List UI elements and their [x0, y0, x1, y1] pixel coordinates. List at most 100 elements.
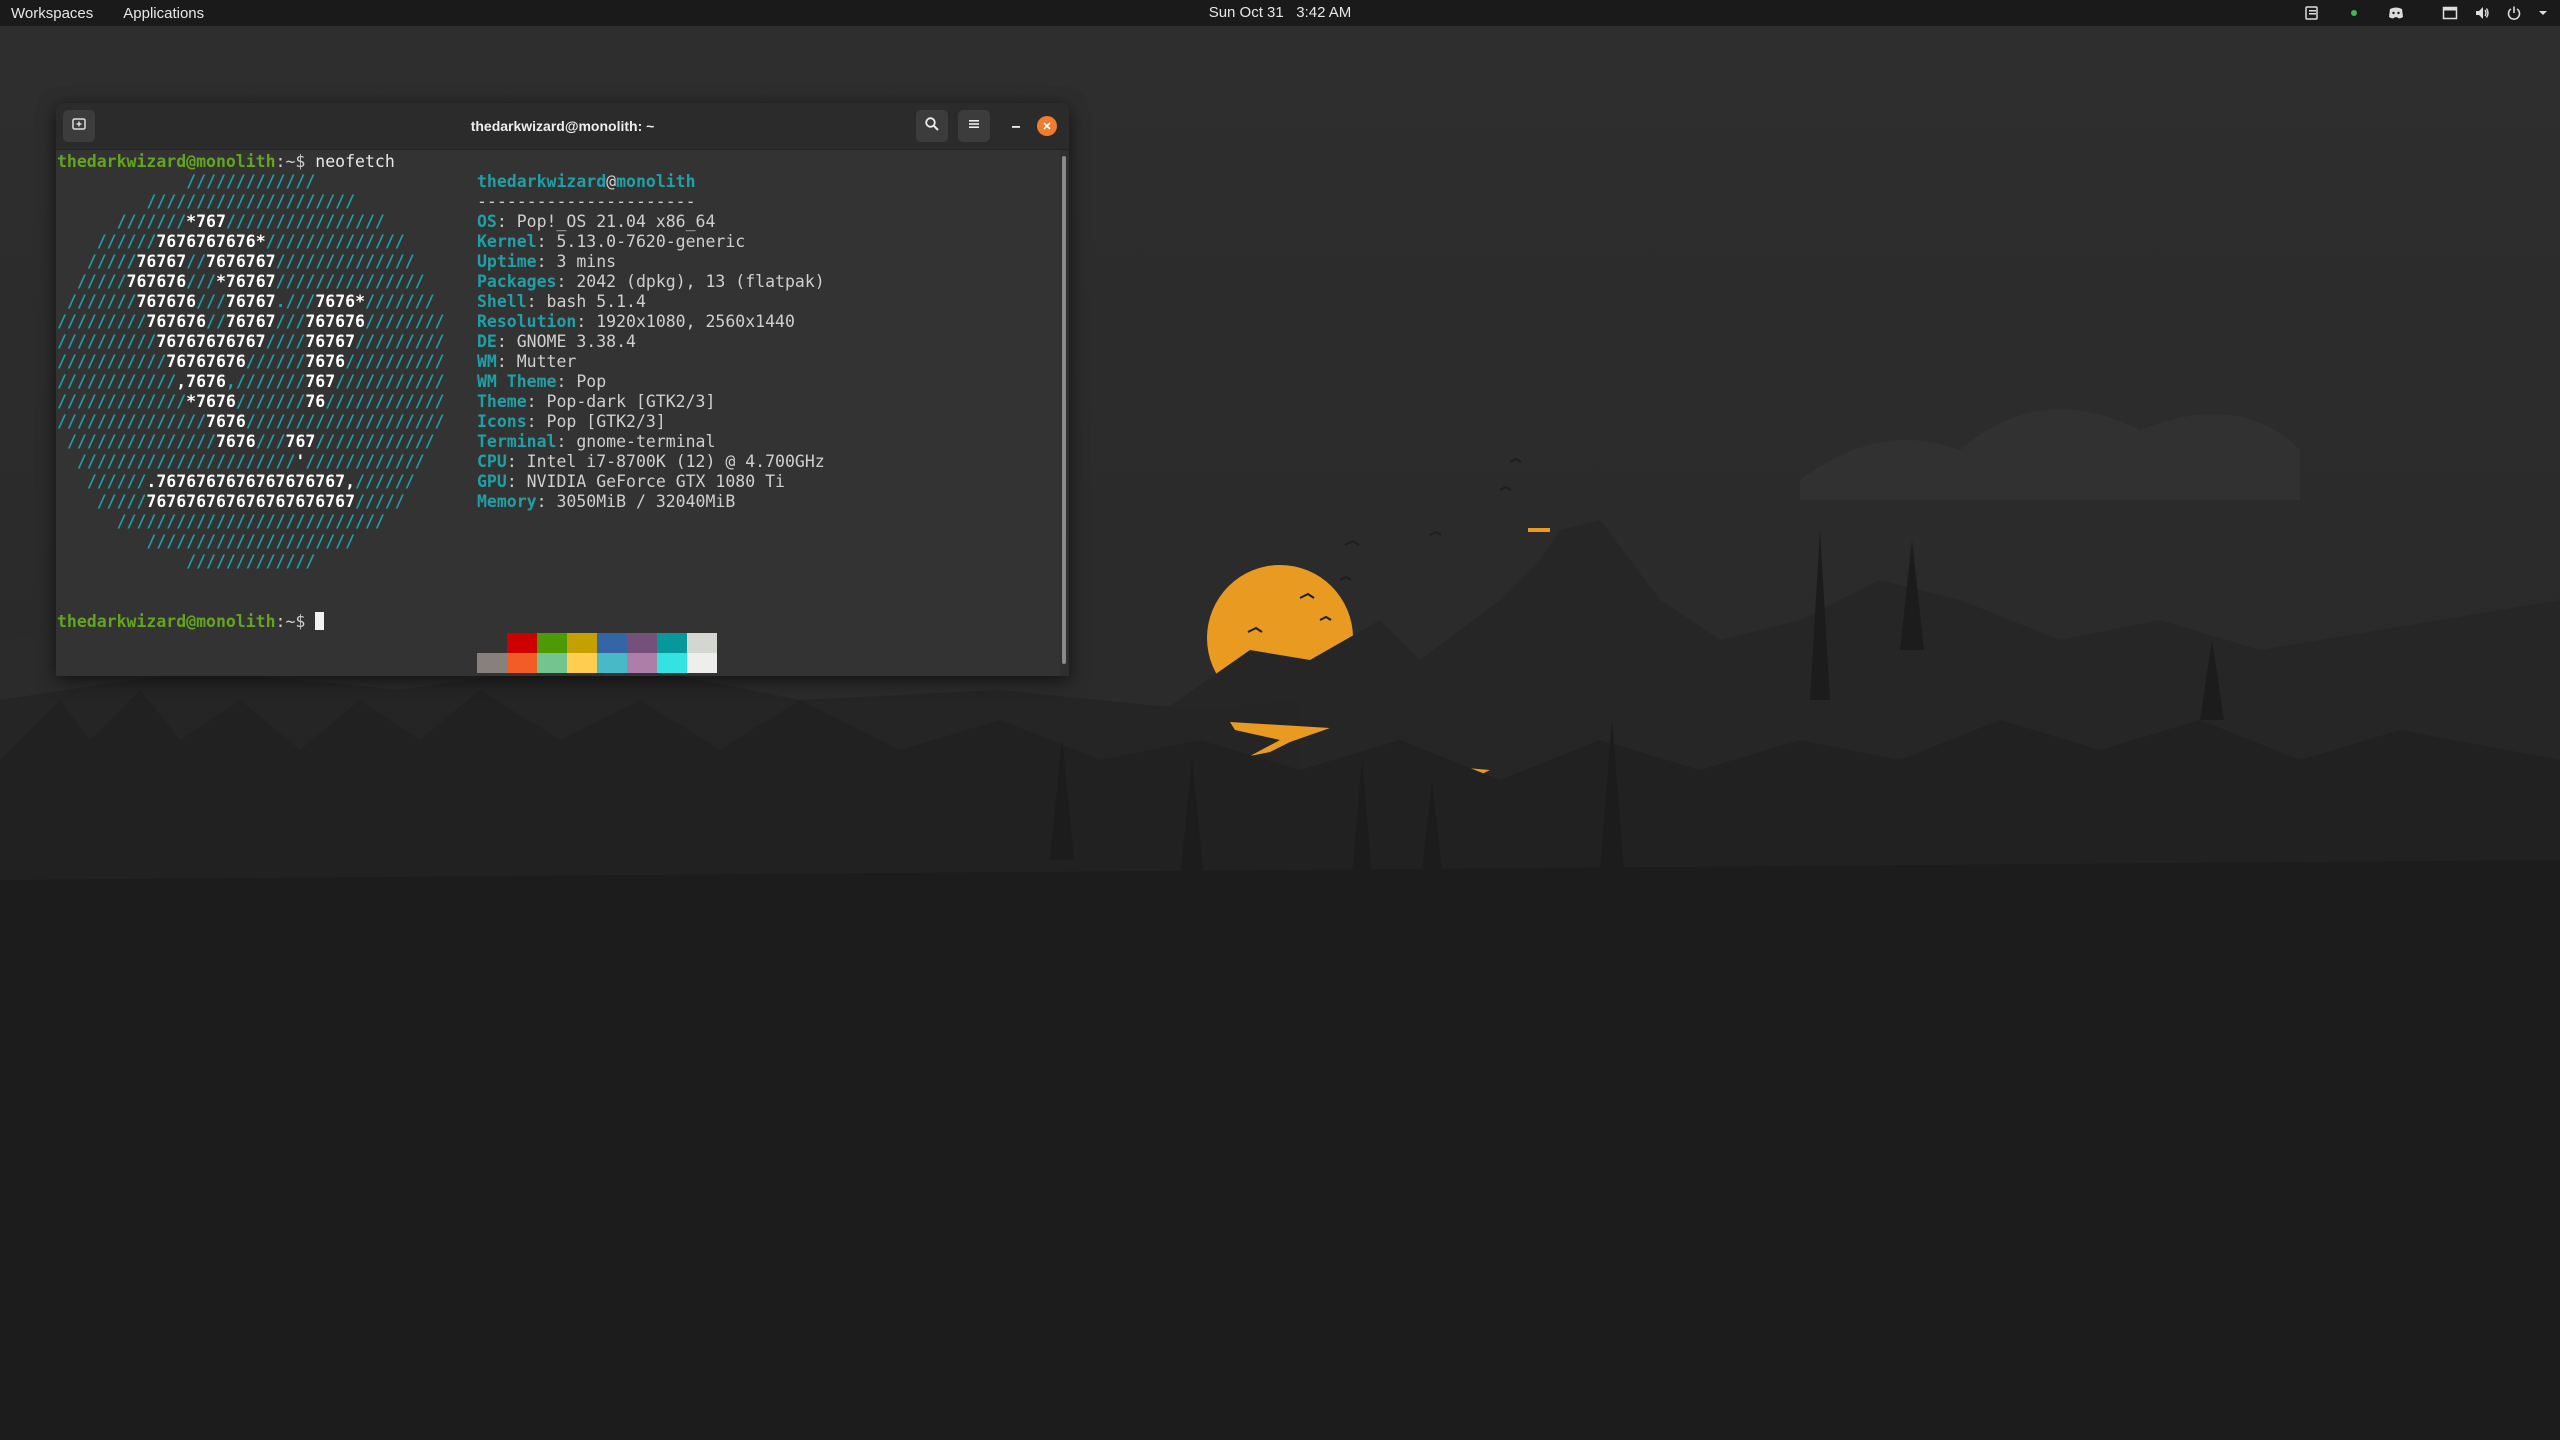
status-dot-icon[interactable] — [2346, 5, 2362, 21]
applications-button[interactable]: Applications — [123, 5, 204, 22]
logo-segment: 76767 — [136, 252, 187, 271]
top-bar: Workspaces Applications Sun Oct 31 3:42 … — [0, 0, 2560, 26]
logo-segment: /////// — [116, 212, 187, 231]
logo-segment — [57, 272, 77, 291]
logo-segment: 7676* — [315, 292, 365, 311]
info-line: DE: GNOME 3.38.4 — [477, 332, 636, 352]
clipboard-icon[interactable] — [2304, 5, 2320, 21]
info-key: Uptime — [477, 252, 537, 271]
info-value: : NVIDIA GeForce GTX 1080 Ti — [506, 472, 785, 491]
logo-segment: //////////// — [315, 432, 435, 451]
logo-segment: 7676767 — [206, 252, 276, 271]
logo-segment: ///////////// — [186, 172, 316, 191]
prompt-path-2: :~$ — [275, 612, 316, 631]
info-key: Theme — [477, 392, 527, 411]
logo-segment: 76767 — [305, 332, 356, 351]
logo-segment: 7676 — [215, 432, 256, 451]
info-line: OS: Pop!_OS 21.04 x86_64 — [477, 212, 715, 232]
logo-line: ///////767676///76767.///7676*/////// — [57, 292, 435, 312]
info-line: Memory: 3050MiB / 32040MiB — [477, 492, 735, 512]
info-value: : 3 mins — [536, 252, 617, 271]
logo-segment: ,/////// — [225, 372, 306, 391]
info-line: Kernel: 5.13.0-7620-generic — [477, 232, 745, 252]
info-host: monolith — [616, 172, 696, 191]
menu-button[interactable] — [958, 110, 990, 142]
clock-button[interactable]: Sun Oct 31 3:42 AM — [1209, 4, 1352, 21]
color-swatch — [477, 633, 507, 653]
logo-segment: //////////// — [305, 452, 425, 471]
logo-segment: /////////////// — [66, 432, 216, 451]
logo-segment — [57, 192, 146, 211]
info-value: : bash 5.1.4 — [526, 292, 646, 311]
info-line: Theme: Pop-dark [GTK2/3] — [477, 392, 715, 412]
info-key: GPU — [477, 472, 507, 491]
color-swatch — [627, 633, 657, 653]
logo-segment: 767676 — [146, 312, 207, 331]
terminal-headerbar[interactable]: thedarkwizard@monolith: ~ — [56, 103, 1069, 150]
volume-icon[interactable] — [2474, 5, 2490, 21]
prompt-user: thedarkwizard@monolith — [57, 152, 276, 171]
info-key: CPU — [477, 452, 507, 471]
logo-segment — [57, 492, 97, 511]
logo-segment: /// — [275, 312, 306, 331]
info-value: : Pop!_OS 21.04 x86_64 — [496, 212, 716, 231]
terminal-output[interactable]: thedarkwizard@monolith:~$ neofetch /////… — [56, 150, 1060, 676]
text-cursor — [315, 612, 325, 630]
logo-segment: //////////////// — [225, 212, 385, 231]
info-key: Memory — [477, 492, 537, 511]
logo-segment — [57, 472, 87, 491]
terminal-window[interactable]: thedarkwizard@monolith: ~ thedarkwizard@… — [56, 103, 1069, 676]
logo-segment: ,7676 — [176, 372, 226, 391]
logo-segment: .7676767676767676767, — [146, 472, 356, 491]
logo-segment — [57, 552, 186, 571]
logo-segment: 76767676767 — [156, 332, 266, 351]
logo-segment: /////////////// — [57, 412, 207, 431]
logo-segment — [57, 292, 67, 311]
logo-segment: /// — [255, 432, 286, 451]
minimize-button[interactable] — [1000, 110, 1032, 142]
search-button[interactable] — [916, 110, 948, 142]
info-key: Resolution — [477, 312, 577, 331]
logo-segment: /////////////////////////// — [116, 512, 385, 531]
logo-line: /////////767676//76767///767676//////// — [57, 312, 444, 332]
logo-segment: ///////// — [57, 312, 147, 331]
logo-line: /////76767//7676767////////////// — [57, 252, 415, 272]
logo-line: /////767676767676767676767///// — [57, 492, 405, 512]
scrollbar-thumb[interactable] — [1062, 156, 1066, 664]
logo-segment: ///////// — [355, 332, 445, 351]
logo-line: ///////////////7676///767//////////// — [57, 432, 435, 452]
command-line: thedarkwizard@monolith:~$ neofetch — [57, 152, 395, 172]
power-icon[interactable] — [2506, 5, 2522, 21]
color-swatch — [687, 653, 717, 673]
color-swatch — [627, 653, 657, 673]
info-line: WM Theme: Pop — [477, 372, 606, 392]
logo-segment: /////// — [365, 292, 435, 311]
info-user: thedarkwizard — [477, 172, 607, 191]
close-button[interactable] — [1037, 116, 1057, 136]
discord-icon[interactable] — [2388, 5, 2404, 21]
system-tray — [2304, 0, 2548, 26]
logo-line: //////////////////////'//////////// — [57, 452, 425, 472]
chevron-down-icon[interactable] — [2538, 5, 2548, 21]
logo-segment — [57, 232, 97, 251]
logo-segment: 76767 — [225, 312, 276, 331]
new-tab-button[interactable] — [63, 110, 95, 142]
logo-line: /////////////////////////// — [57, 512, 385, 532]
clock-date: Sun Oct 31 — [1208, 4, 1284, 21]
logo-segment: 767676767676767676767 — [146, 492, 356, 511]
logo-segment: // — [206, 312, 226, 331]
color-swatch — [537, 653, 567, 673]
logo-segment: ///////////////////// — [146, 192, 356, 211]
logo-segment: ' — [295, 452, 306, 471]
window-icon[interactable] — [2442, 5, 2458, 21]
info-value: : Pop [GTK2/3] — [526, 412, 666, 431]
info-line: Icons: Pop [GTK2/3] — [477, 412, 666, 432]
close-icon — [1041, 117, 1053, 136]
logo-segment: /// — [196, 292, 226, 311]
info-line: CPU: Intel i7-8700K (12) @ 4.700GHz — [477, 452, 825, 472]
info-value: : gnome-terminal — [556, 432, 716, 451]
terminal-scrollbar[interactable] — [1060, 150, 1069, 676]
workspaces-button[interactable]: Workspaces — [11, 5, 93, 22]
logo-segment: ///// — [355, 492, 405, 511]
info-value: : 2042 (dpkg), 13 (flatpak) — [556, 272, 825, 291]
